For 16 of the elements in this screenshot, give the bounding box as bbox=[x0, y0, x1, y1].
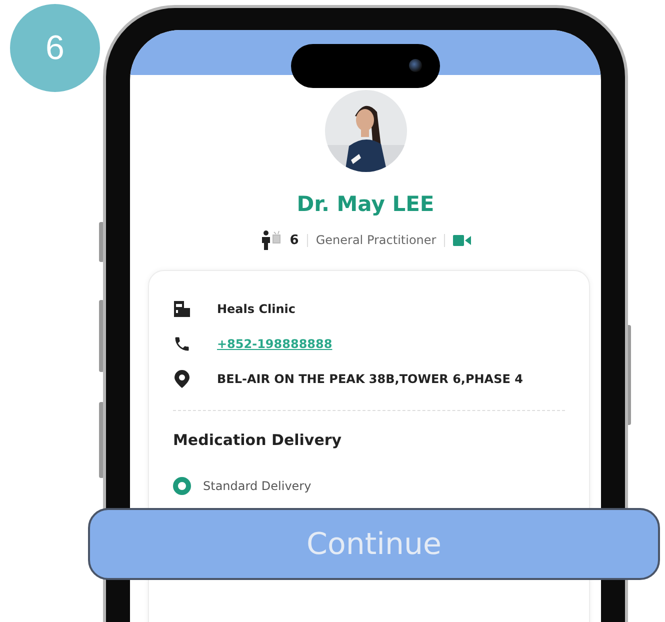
patient-count: 6 bbox=[290, 232, 299, 248]
delivery-option[interactable]: Standard Delivery bbox=[203, 479, 312, 493]
phone-link[interactable]: +852-198888888 bbox=[217, 336, 332, 350]
step-badge: 6 bbox=[10, 4, 100, 92]
doctor-name: Dr. May LEE bbox=[296, 192, 434, 216]
camera-lens-icon bbox=[409, 59, 422, 72]
specialty-label: General Practitioner bbox=[316, 233, 436, 247]
location-pin-icon bbox=[173, 368, 191, 388]
section-title: Medication Delivery bbox=[173, 431, 343, 449]
phone-icon bbox=[173, 334, 191, 352]
clinic-name: Heals Clinic bbox=[217, 302, 296, 316]
person-icon bbox=[260, 230, 282, 250]
radio-button[interactable] bbox=[173, 477, 191, 495]
clinic-address: BEL-AIR ON THE PEAK 38B,TOWER 6,PHASE 4 bbox=[217, 372, 523, 386]
continue-button[interactable]: Continue bbox=[88, 508, 660, 580]
building-icon bbox=[173, 300, 191, 318]
